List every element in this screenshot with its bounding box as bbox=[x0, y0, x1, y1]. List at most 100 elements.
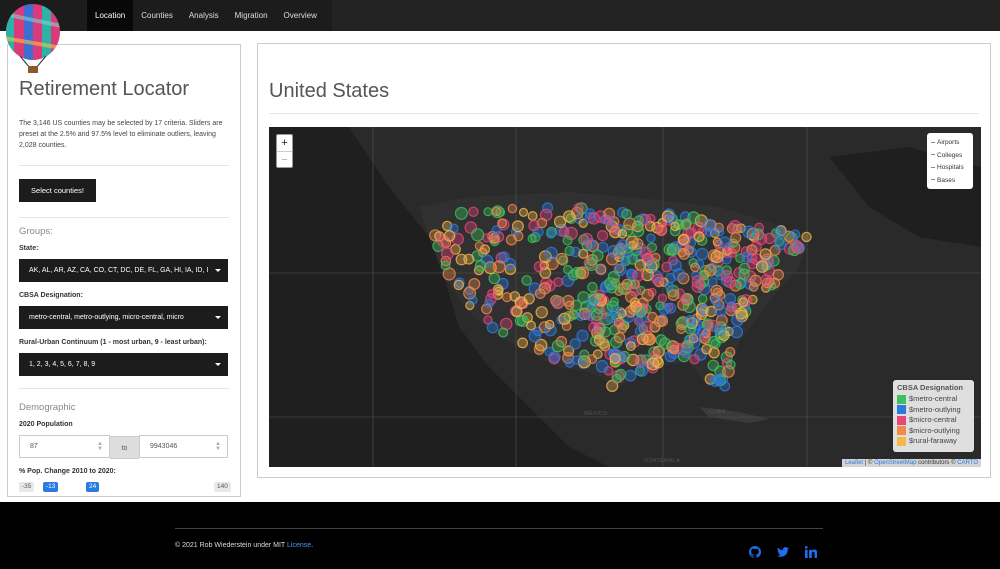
county-marker[interactable] bbox=[571, 266, 583, 279]
county-marker[interactable] bbox=[468, 206, 479, 218]
county-marker[interactable] bbox=[801, 231, 812, 243]
county-marker[interactable] bbox=[528, 329, 542, 343]
county-marker[interactable] bbox=[487, 288, 497, 299]
state-dropdown[interactable]: AK, AL, AR, AZ, CA, CO, CT, DC, DE, FL, … bbox=[19, 259, 228, 282]
county-marker[interactable] bbox=[738, 297, 749, 308]
county-marker[interactable] bbox=[597, 229, 609, 242]
county-marker[interactable] bbox=[619, 253, 631, 265]
county-marker[interactable] bbox=[484, 298, 495, 309]
county-marker[interactable] bbox=[633, 215, 644, 226]
county-marker[interactable] bbox=[488, 272, 501, 285]
county-marker[interactable] bbox=[569, 338, 581, 350]
county-marker[interactable] bbox=[738, 268, 750, 280]
tab-location[interactable]: Location bbox=[87, 0, 134, 31]
county-marker[interactable] bbox=[655, 301, 665, 311]
county-marker[interactable] bbox=[667, 289, 680, 302]
county-marker[interactable] bbox=[545, 228, 557, 239]
county-marker[interactable] bbox=[677, 233, 690, 246]
county-marker[interactable] bbox=[609, 353, 621, 365]
county-marker[interactable] bbox=[726, 359, 736, 370]
county-marker[interactable] bbox=[563, 264, 573, 275]
county-marker[interactable] bbox=[790, 229, 801, 240]
county-marker[interactable] bbox=[667, 243, 680, 256]
county-marker[interactable] bbox=[763, 232, 776, 245]
leaflet-link[interactable]: Leaflet bbox=[845, 460, 863, 466]
county-marker[interactable] bbox=[693, 231, 705, 243]
county-marker[interactable] bbox=[440, 247, 454, 261]
county-marker[interactable] bbox=[701, 343, 712, 355]
county-marker[interactable] bbox=[687, 211, 700, 224]
tab-analysis[interactable]: Analysis bbox=[181, 0, 227, 31]
county-marker[interactable] bbox=[621, 208, 632, 220]
county-marker[interactable] bbox=[617, 323, 628, 334]
county-marker[interactable] bbox=[655, 223, 668, 236]
county-marker[interactable] bbox=[562, 235, 573, 246]
county-marker[interactable] bbox=[680, 294, 691, 305]
county-marker[interactable] bbox=[720, 270, 734, 283]
county-marker[interactable] bbox=[714, 324, 726, 337]
license-link[interactable]: License bbox=[287, 542, 311, 549]
county-marker[interactable] bbox=[471, 228, 485, 242]
county-marker[interactable] bbox=[611, 373, 622, 384]
county-marker[interactable] bbox=[680, 347, 692, 359]
county-marker[interactable] bbox=[714, 304, 727, 317]
checkbox-icon[interactable] bbox=[931, 179, 935, 181]
county-marker[interactable] bbox=[626, 341, 636, 352]
hot-air-balloon-logo[interactable] bbox=[4, 2, 62, 74]
county-marker[interactable] bbox=[565, 358, 575, 368]
county-marker[interactable] bbox=[587, 281, 598, 293]
select-counties-button[interactable]: Select counties! bbox=[19, 179, 96, 202]
county-marker[interactable] bbox=[669, 344, 679, 355]
county-marker[interactable] bbox=[664, 281, 675, 291]
zoom-in-button[interactable]: + bbox=[277, 135, 292, 151]
county-marker[interactable] bbox=[646, 233, 656, 243]
county-marker[interactable] bbox=[505, 234, 517, 246]
county-marker[interactable] bbox=[578, 248, 589, 259]
osm-link[interactable]: OpenStreetMap bbox=[874, 460, 916, 466]
county-marker[interactable] bbox=[595, 359, 609, 373]
county-marker[interactable] bbox=[652, 357, 664, 369]
county-marker[interactable] bbox=[691, 280, 704, 293]
slider-low-handle-label[interactable]: -13 bbox=[43, 482, 59, 492]
county-marker[interactable] bbox=[584, 258, 598, 272]
twitter-icon[interactable] bbox=[777, 545, 789, 557]
layer-airports[interactable]: Airports bbox=[931, 137, 969, 150]
county-marker[interactable] bbox=[703, 264, 717, 277]
county-marker[interactable] bbox=[511, 220, 524, 233]
county-marker[interactable] bbox=[688, 333, 699, 344]
county-marker[interactable] bbox=[573, 202, 584, 213]
population-min-input[interactable]: 87 ▲ ▼ bbox=[19, 435, 110, 458]
county-marker[interactable] bbox=[563, 210, 576, 223]
county-marker[interactable] bbox=[669, 259, 682, 272]
layer-hospitals[interactable]: Hospitals bbox=[931, 162, 969, 175]
county-marker[interactable] bbox=[774, 238, 787, 251]
county-marker[interactable] bbox=[587, 212, 600, 225]
county-marker[interactable] bbox=[641, 288, 654, 302]
county-marker[interactable] bbox=[613, 331, 626, 344]
county-marker[interactable] bbox=[624, 369, 637, 382]
county-marker[interactable] bbox=[521, 275, 533, 286]
county-marker[interactable] bbox=[564, 300, 575, 311]
county-marker[interactable] bbox=[617, 239, 630, 251]
county-marker[interactable] bbox=[695, 247, 709, 261]
county-marker[interactable] bbox=[697, 326, 708, 337]
county-marker[interactable] bbox=[486, 321, 499, 334]
county-marker[interactable] bbox=[535, 306, 548, 319]
county-marker[interactable] bbox=[742, 225, 756, 239]
population-max-input[interactable]: 9943046 ▲ ▼ bbox=[139, 435, 228, 458]
county-marker[interactable] bbox=[551, 339, 565, 353]
county-marker[interactable] bbox=[772, 269, 784, 281]
layer-colleges[interactable]: Colleges bbox=[931, 150, 969, 163]
county-marker[interactable] bbox=[670, 221, 680, 232]
county-marker[interactable] bbox=[629, 284, 642, 297]
county-marker[interactable] bbox=[678, 247, 690, 260]
county-marker[interactable] bbox=[653, 315, 666, 328]
county-marker[interactable] bbox=[676, 324, 687, 335]
county-marker[interactable] bbox=[704, 226, 715, 237]
county-marker[interactable] bbox=[528, 219, 540, 232]
county-marker[interactable] bbox=[714, 227, 725, 237]
county-marker[interactable] bbox=[690, 262, 700, 273]
county-marker[interactable] bbox=[642, 252, 654, 264]
county-marker[interactable] bbox=[643, 333, 657, 346]
checkbox-icon[interactable] bbox=[931, 154, 935, 156]
